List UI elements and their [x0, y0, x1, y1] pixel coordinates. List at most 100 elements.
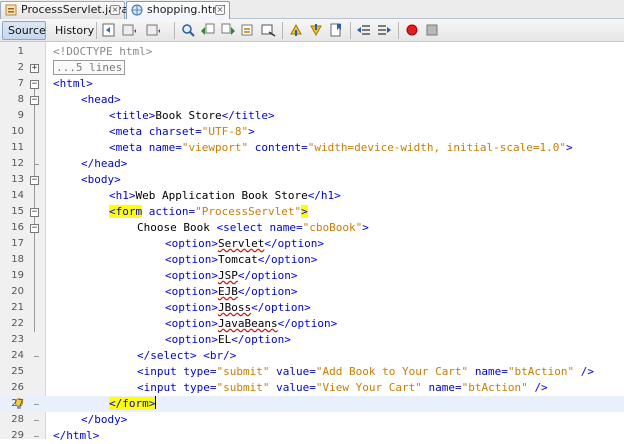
- code-line[interactable]: 25 <input type="submit" value="Add Book …: [0, 364, 624, 380]
- collapse-fold-button[interactable]: −: [30, 80, 39, 89]
- source-view-button[interactable]: Source: [2, 21, 46, 40]
- code-line[interactable]: 17 <option>Servlet</option>: [0, 236, 624, 252]
- form-close-tag-match: </form>: [109, 397, 156, 410]
- tag-end-match: >: [301, 205, 308, 218]
- option-tag: <option>: [165, 317, 218, 330]
- code-line[interactable]: 19 <option>JSP</option>: [0, 268, 624, 284]
- line-number: 12: [11, 158, 24, 169]
- code-line[interactable]: 11 <meta name="viewport" content="width=…: [0, 140, 624, 156]
- option-text: EJB: [217, 285, 238, 298]
- code-line[interactable]: 21 <option>JBoss</option>: [0, 300, 624, 316]
- collapse-fold-button[interactable]: −: [30, 208, 39, 217]
- code-line[interactable]: 12 </head>: [0, 156, 624, 172]
- tab-processservlet-java[interactable]: ProcessServlet.java ×: [0, 1, 128, 19]
- toggle-rectangular-selection-icon[interactable]: [260, 22, 276, 38]
- select-close-tag: </select>: [137, 349, 197, 362]
- toggle-bookmark-icon[interactable]: [328, 22, 344, 38]
- collapse-fold-button[interactable]: −: [30, 224, 39, 233]
- code-line[interactable]: 1 <!DOCTYPE html>: [0, 44, 624, 60]
- code-line[interactable]: 16 − Choose Book <select name="cboBook">: [0, 220, 624, 236]
- collapsed-code-block[interactable]: ...5 lines: [53, 60, 126, 75]
- line-number: 21: [11, 302, 24, 313]
- code-line[interactable]: 23 <option>EL</option>: [0, 332, 624, 348]
- code-line[interactable]: 8 − <head>: [0, 92, 624, 108]
- shift-line-left-icon[interactable]: [356, 22, 372, 38]
- option-tag: <option>: [165, 333, 218, 346]
- option-close-tag: </option>: [251, 301, 311, 314]
- fold-end-marker: [34, 164, 39, 165]
- current-code-line[interactable]: 27 </form>: [0, 396, 624, 412]
- attr-value: "viewport": [181, 141, 249, 154]
- attr-value: "btAction": [461, 381, 528, 394]
- line-number: 20: [11, 286, 24, 297]
- option-tag: <option>: [165, 237, 218, 250]
- code-line[interactable]: 9 <title>Book Store</title>: [0, 108, 624, 124]
- line-number: 18: [11, 254, 24, 265]
- find-previous-icon[interactable]: [200, 22, 216, 38]
- back-icon[interactable]: [121, 22, 137, 38]
- code-line[interactable]: 10 <meta charset="UTF-8">: [0, 124, 624, 140]
- tag-end: >: [248, 125, 255, 138]
- code-line[interactable]: 2 + ...5 lines: [0, 60, 624, 76]
- input-tag: <input: [137, 381, 177, 394]
- find-selection-icon[interactable]: [180, 22, 196, 38]
- fold-end-marker: [34, 404, 39, 405]
- code-line[interactable]: 26 <input type="submit" value="View Your…: [0, 380, 624, 396]
- attr-name: charset=: [148, 125, 202, 138]
- line-number: 29: [11, 430, 24, 441]
- toolbar-separator: [398, 22, 399, 39]
- select-tag: <select: [216, 221, 263, 234]
- stop-macro-recording-icon[interactable]: [424, 22, 440, 38]
- option-close-tag: </option>: [237, 269, 298, 282]
- collapse-fold-button[interactable]: −: [30, 176, 39, 185]
- toggle-highlight-icon[interactable]: [240, 22, 256, 38]
- start-macro-recording-icon[interactable]: [404, 22, 420, 38]
- attr-name: type=: [183, 365, 217, 378]
- expand-fold-button[interactable]: +: [30, 64, 39, 73]
- history-view-button[interactable]: History: [49, 21, 94, 40]
- line-number: 24: [11, 350, 24, 361]
- tab-shopping-html[interactable]: shopping.html ×: [126, 1, 230, 19]
- html-file-icon: [131, 4, 143, 16]
- code-editor[interactable]: 1 <!DOCTYPE html> 2 + ...5 lines 7 − <ht…: [0, 42, 624, 442]
- title-text: Book Store: [155, 109, 222, 122]
- find-next-icon[interactable]: [220, 22, 236, 38]
- code-line[interactable]: 29 </html>: [0, 428, 624, 444]
- last-edit-icon[interactable]: [101, 22, 117, 38]
- shift-line-right-icon[interactable]: [376, 22, 392, 38]
- attr-value: "submit": [216, 381, 270, 394]
- body-close-tag: </body>: [81, 413, 128, 426]
- close-tab-button[interactable]: ×: [110, 5, 120, 15]
- code-line[interactable]: 28 </body>: [0, 412, 624, 428]
- h1-tag: <h1>: [109, 189, 136, 202]
- line-number: 9: [17, 110, 24, 121]
- code-line[interactable]: 22 <option>JavaBeans</option>: [0, 316, 624, 332]
- option-close-tag: </option>: [264, 237, 324, 250]
- collapse-fold-button[interactable]: −: [30, 96, 39, 105]
- code-line[interactable]: 20 <option>EJB</option>: [0, 284, 624, 300]
- code-line[interactable]: 14 <h1>Web Application Book Store</h1>: [0, 188, 624, 204]
- attr-name: name=: [428, 381, 462, 394]
- option-tag: <option>: [165, 285, 218, 298]
- code-line[interactable]: 18 <option>Tomcat</option>: [0, 252, 624, 268]
- code-line[interactable]: 7 − <html>: [0, 76, 624, 92]
- previous-bookmark-icon[interactable]: [288, 22, 304, 38]
- head-close-tag: </head>: [81, 157, 128, 170]
- line-number: 7: [17, 78, 24, 89]
- line-number: 2: [17, 62, 24, 73]
- editor-tab-bar: ProcessServlet.java × shopping.html ×: [0, 0, 624, 19]
- code-line[interactable]: 13 − <body>: [0, 172, 624, 188]
- close-tab-button[interactable]: ×: [215, 5, 225, 15]
- code-line[interactable]: 24 </select> <br/>: [0, 348, 624, 364]
- input-tag: <input: [137, 365, 177, 378]
- forward-icon[interactable]: [145, 22, 161, 38]
- toolbar-separator: [174, 22, 175, 39]
- html-tag: <html>: [53, 77, 93, 90]
- option-text: JavaBeans: [217, 317, 278, 330]
- code-line[interactable]: 15 − <form action="ProcessServlet">: [0, 204, 624, 220]
- next-bookmark-icon[interactable]: [308, 22, 324, 38]
- attr-value: "cboBook": [302, 221, 363, 234]
- br-tag: <br/>: [203, 349, 237, 362]
- option-tag: <option>: [165, 301, 218, 314]
- attr-name: value=: [276, 365, 316, 378]
